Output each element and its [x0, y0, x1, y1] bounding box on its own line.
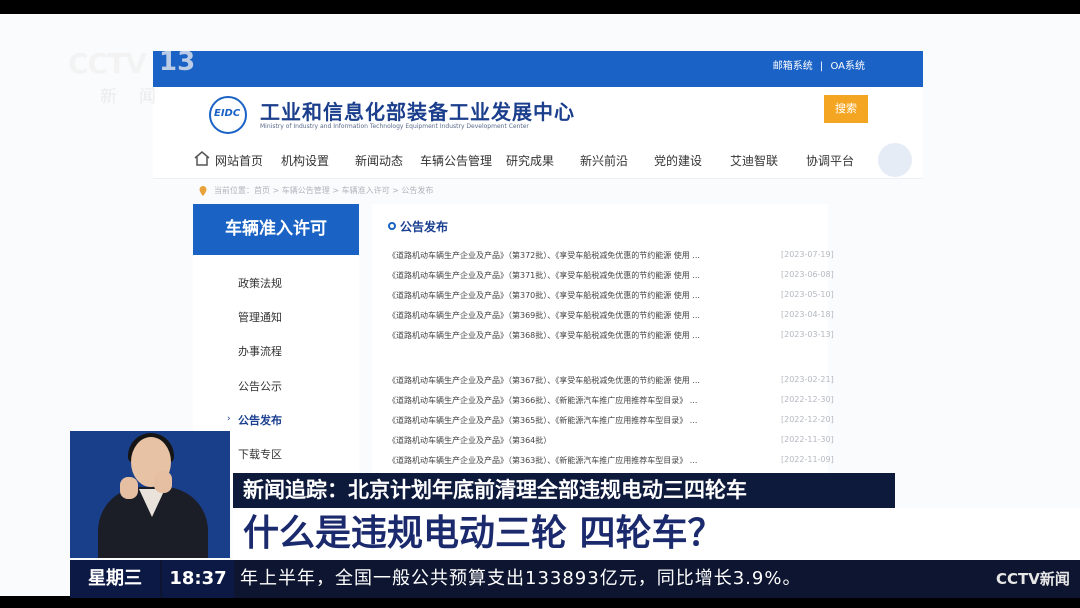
cctv-logo: CCTV [68, 47, 147, 80]
interpreter-right-hand [154, 471, 172, 493]
sidebar-item-public-notice[interactable]: 公告公示 [238, 378, 282, 394]
list-item-date: [2023-03-13] [781, 330, 834, 339]
list-title-icon [388, 222, 396, 230]
list-item-date: [2022-11-30] [781, 435, 834, 444]
nav-item-vehicle-announcement[interactable]: 车辆公告管理 [420, 152, 492, 169]
list-item[interactable]: 《道路机动车辆生产企业及产品》（第371批）、《享受车船税减免优惠的节约能源 使… [388, 270, 834, 284]
oa-system-link[interactable]: OA系统 [830, 61, 865, 72]
list-item[interactable]: 《道路机动车辆生产企业及产品》（第368批）、《享受车船税减免优惠的节约能源 使… [388, 330, 834, 344]
site-header: EIDC 工业和信息化部装备工业发展中心 Ministry of Industr… [153, 87, 923, 139]
list-item-text[interactable]: 《道路机动车辆生产企业及产品》（第365批）、《新能源汽车推广应用推荐车型目录》… [388, 415, 758, 426]
list-item-text[interactable]: 《道路机动车辆生产企业及产品》（第371批）、《享受车船税减免优惠的节约能源 使… [388, 270, 758, 281]
location-pin-icon [199, 186, 207, 196]
news-ticker: 年上半年，全国一般公共预算支出133893亿元，同比增长3.9%。 [240, 568, 802, 589]
mail-system-link[interactable]: 邮箱系统 [773, 61, 813, 72]
list-item-date: [2022-12-20] [781, 415, 834, 424]
list-item[interactable]: 《道路机动车辆生产企业及产品》（第366批）、《新能源汽车推广应用推荐车型目录》… [388, 395, 834, 409]
list-item[interactable]: 《道路机动车辆生产企业及产品》（第363批）、《新能源汽车推广应用推荐车型目录》… [388, 455, 834, 469]
interpreter-left-hand [120, 477, 138, 499]
active-arrow-icon: › [227, 414, 231, 424]
list-item-text[interactable]: 《道路机动车辆生产企业及产品》（第364批） [388, 435, 758, 446]
top-link-separator: | [819, 61, 824, 72]
nav-item-home[interactable]: 网站首页 [215, 152, 263, 169]
eidc-logo[interactable]: EIDC [209, 96, 247, 134]
search-button[interactable]: 搜索 [824, 95, 868, 123]
news-headline: 什么是违规电动三轮 四轮车？ [233, 508, 1080, 560]
nav-menu-icon[interactable] [878, 143, 912, 177]
sidebar-item-announcement[interactable]: 公告发布 [238, 412, 282, 428]
list-item-date: [2023-06-08] [781, 270, 834, 279]
list-item[interactable]: 《道路机动车辆生产企业及产品》（第364批） [2022-11-30] [388, 435, 834, 449]
breadcrumb: 当前位置：首页 > 车辆公告管理 > 车辆准入许可 > 公告发布 [214, 186, 434, 195]
announcement-list: 公告发布 《道路机动车辆生产企业及产品》（第372批）、《享受车船税减免优惠的节… [372, 204, 834, 487]
nav-item-organization[interactable]: 机构设置 [281, 152, 329, 169]
channel-number: 13 [159, 47, 196, 77]
list-item[interactable]: 《道路机动车辆生产企业及产品》（第365批）、《新能源汽车推广应用推荐车型目录》… [388, 415, 834, 429]
site-top-bar: 邮箱系统 | OA系统 [153, 51, 923, 87]
list-item[interactable]: 《道路机动车辆生产企业及产品》（第370批）、《享受车船税减免优惠的节约能源 使… [388, 290, 834, 304]
list-item-text[interactable]: 《道路机动车辆生产企业及产品》（第363批）、《新能源汽车推广应用推荐车型目录》… [388, 455, 758, 466]
sidebar-title: 车辆准入许可 [193, 204, 359, 255]
list-item-date: [2023-05-10] [781, 290, 834, 299]
top-links: 邮箱系统 | OA系统 [769, 57, 865, 72]
ticker-channel-logo: CCTV新闻 [996, 570, 1070, 588]
nav-item-party[interactable]: 党的建设 [654, 152, 702, 169]
nav-item-aidi[interactable]: 艾迪智联 [730, 152, 778, 169]
list-item-date: [2022-12-30] [781, 395, 834, 404]
list-item[interactable]: 《道路机动车辆生产企业及产品》（第367批）、《享受车船税减免优惠的节约能源 使… [388, 375, 834, 389]
list-item-date: [2023-02-21] [781, 375, 834, 384]
sidebar-item-downloads[interactable]: 下载专区 [238, 446, 282, 462]
list-item-date: [2022-11-09] [781, 455, 834, 464]
nav-item-platform[interactable]: 协调平台 [806, 152, 854, 169]
site-subtitle: Ministry of Industry and Information Tec… [260, 123, 529, 130]
main-nav: 网站首页 机构设置 新闻动态 车辆公告管理 研究成果 新兴前沿 党的建设 艾迪智… [153, 139, 923, 179]
list-item-date: [2023-07-19] [781, 250, 834, 259]
sidebar-item-procedure[interactable]: 办事流程 [238, 343, 282, 359]
list-item-text[interactable]: 《道路机动车辆生产企业及产品》（第370批）、《享受车船税减免优惠的节约能源 使… [388, 290, 758, 301]
news-subheadline: 新闻追踪：北京计划年底前清理全部违规电动三四轮车 [233, 473, 895, 508]
clock: 18:37 [162, 560, 234, 598]
site-title: 工业和信息化部装备工业发展中心 [260, 100, 575, 124]
nav-item-research[interactable]: 研究成果 [506, 152, 554, 169]
list-item[interactable]: 《道路机动车辆生产企业及产品》（第369批）、《享受车船税减免优惠的节约能源 使… [388, 310, 834, 324]
list-item-date: [2023-04-18] [781, 310, 834, 319]
list-item-text[interactable]: 《道路机动车辆生产企业及产品》（第369批）、《享受车船税减免优惠的节约能源 使… [388, 310, 758, 321]
list-item[interactable]: 《道路机动车辆生产企业及产品》（第372批）、《享受车船税减免优惠的节约能源 使… [388, 250, 834, 264]
list-item-text[interactable]: 《道路机动车辆生产企业及产品》（第368批）、《享受车船税减免优惠的节约能源 使… [388, 330, 758, 341]
home-icon[interactable] [193, 150, 211, 166]
channel-name: 新闻 [100, 87, 178, 107]
sidebar-item-notices[interactable]: 管理通知 [238, 309, 282, 325]
list-item-text[interactable]: 《道路机动车辆生产企业及产品》（第367批）、《享受车船税减免优惠的节约能源 使… [388, 375, 758, 386]
nav-item-frontier[interactable]: 新兴前沿 [580, 152, 628, 169]
sidebar-item-policy[interactable]: 政策法规 [238, 275, 282, 291]
list-item-text[interactable]: 《道路机动车辆生产企业及产品》（第366批）、《新能源汽车推广应用推荐车型目录》… [388, 395, 758, 406]
logo-text: EIDC [214, 108, 241, 119]
sign-language-interpreter [70, 431, 230, 558]
list-title: 公告发布 [400, 220, 449, 234]
list-item-text[interactable]: 《道路机动车辆生产企业及产品》（第372批）、《享受车船税减免优惠的节约能源 使… [388, 250, 758, 261]
weekday: 星期三 [70, 560, 160, 598]
nav-item-news[interactable]: 新闻动态 [355, 152, 403, 169]
